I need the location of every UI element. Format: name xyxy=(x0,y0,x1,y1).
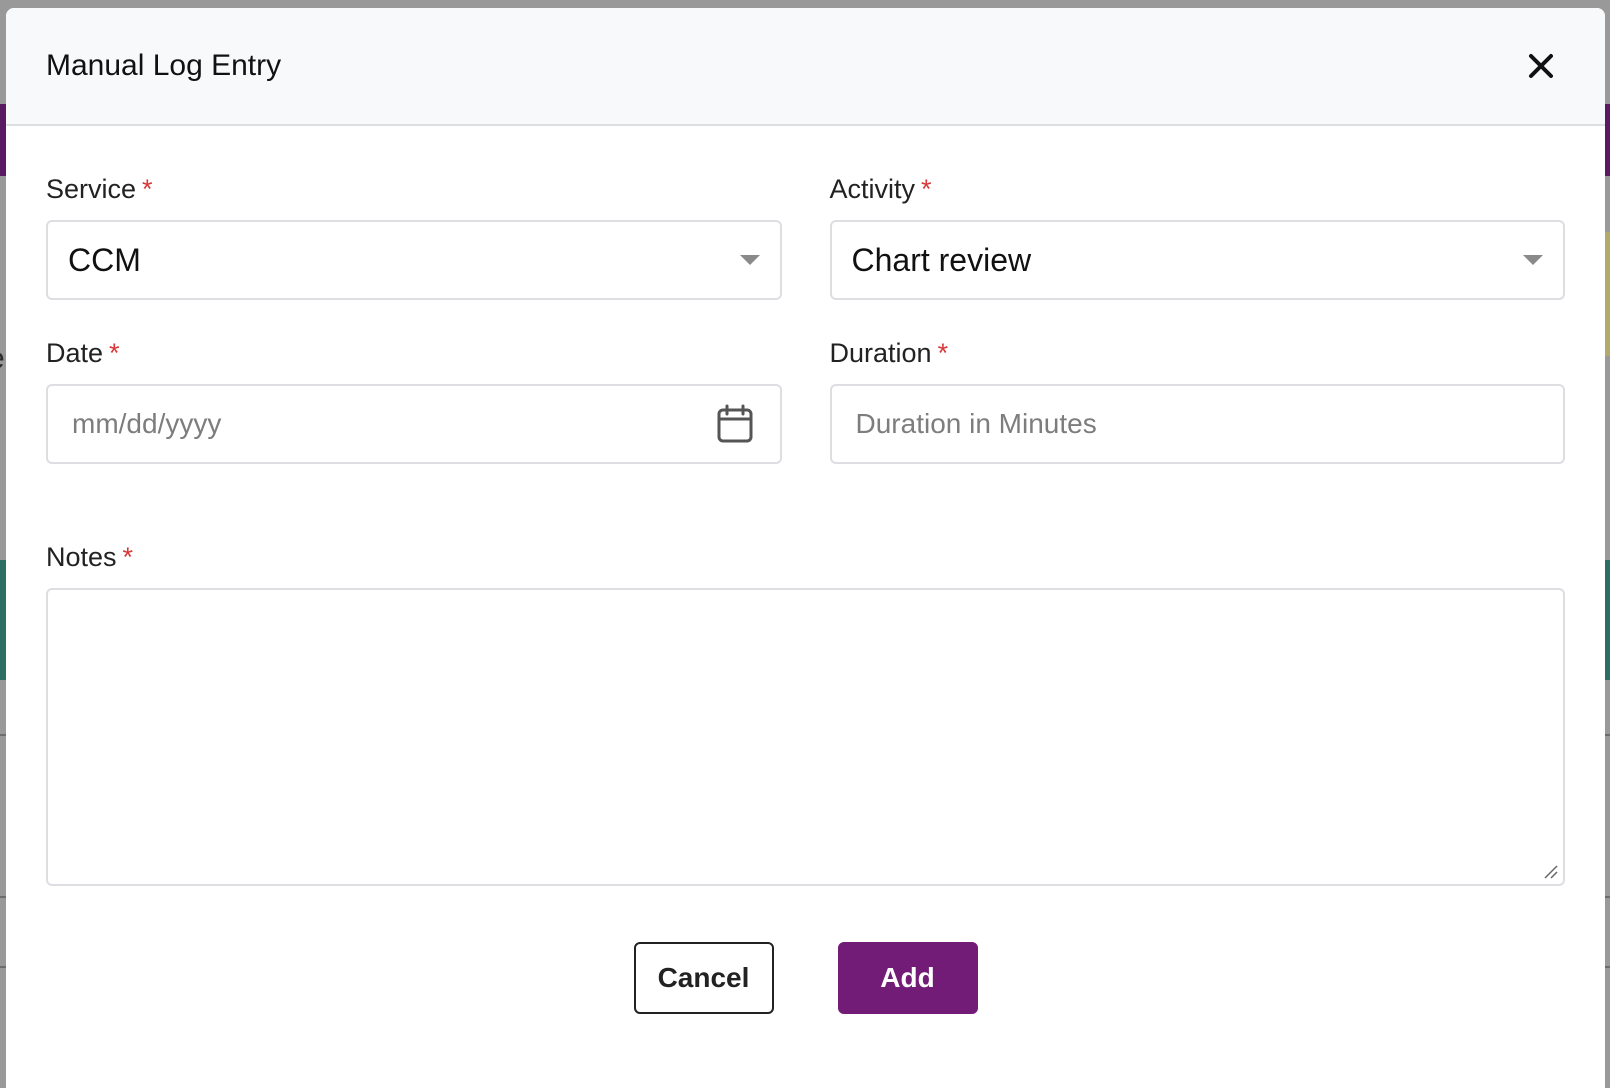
notes-label: Notes * xyxy=(46,540,1565,574)
chevron-down-icon xyxy=(739,255,760,265)
activity-field: Activity * Chart review xyxy=(829,172,1566,300)
service-field: Service * CCM xyxy=(46,172,782,300)
form-row: Date* Duration* xyxy=(46,336,1565,464)
activity-label: Activity * xyxy=(830,172,1566,206)
duration-label: Duration * xyxy=(830,336,1566,370)
notes-label-text: Notes xyxy=(46,542,117,572)
date-label-text: Date xyxy=(46,338,104,368)
required-marker: * xyxy=(122,542,134,572)
date-field: Date * xyxy=(46,336,782,464)
service-select[interactable]: CCM xyxy=(46,220,782,300)
form-row: Service * CCM Activity * Chart review xyxy=(46,172,1565,300)
duration-field: Duration * xyxy=(829,336,1566,464)
duration-input-wrapper xyxy=(829,384,1565,464)
notes-field: Notes * xyxy=(46,540,1565,886)
modal-title: Manual Log Entry xyxy=(46,49,282,82)
activity-select[interactable]: Chart review xyxy=(829,220,1565,300)
close-icon xyxy=(1529,54,1553,78)
required-marker: * xyxy=(109,338,120,368)
required-marker: * xyxy=(142,174,153,204)
notes-textarea[interactable] xyxy=(46,588,1565,886)
service-selected-value: CCM xyxy=(68,241,141,278)
required-marker: * xyxy=(921,174,932,204)
manual-log-entry-modal: Manual Log Entry Service * CCM Activity * … xyxy=(6,8,1605,1088)
date-label: Date * xyxy=(46,336,782,370)
calendar-icon[interactable] xyxy=(716,404,754,444)
required-marker: * xyxy=(937,338,949,368)
date-input[interactable] xyxy=(72,386,716,462)
duration-input[interactable] xyxy=(855,386,1537,462)
activity-label-text: Activity xyxy=(829,174,916,204)
cancel-button[interactable]: Cancel xyxy=(633,942,774,1014)
background-text-fragment: s xyxy=(0,760,1,794)
activity-selected-value: Chart review xyxy=(851,241,1032,278)
modal-footer: Cancel Add xyxy=(46,942,1565,1014)
resize-grip-icon[interactable] xyxy=(1543,864,1559,880)
add-button[interactable]: Add xyxy=(837,942,978,1014)
background-text-fragment: e xyxy=(0,342,5,376)
modal-header: Manual Log Entry xyxy=(6,8,1605,126)
service-label-text: Service xyxy=(46,174,137,204)
modal-body: Service * CCM Activity * Chart review Date… xyxy=(6,126,1605,1014)
date-input-wrapper xyxy=(46,384,782,464)
notes-box xyxy=(46,588,1565,886)
service-label: Service * xyxy=(46,172,782,206)
chevron-down-icon xyxy=(1523,255,1543,265)
close-button[interactable] xyxy=(1521,46,1561,86)
duration-label-text: Duration xyxy=(829,338,932,368)
